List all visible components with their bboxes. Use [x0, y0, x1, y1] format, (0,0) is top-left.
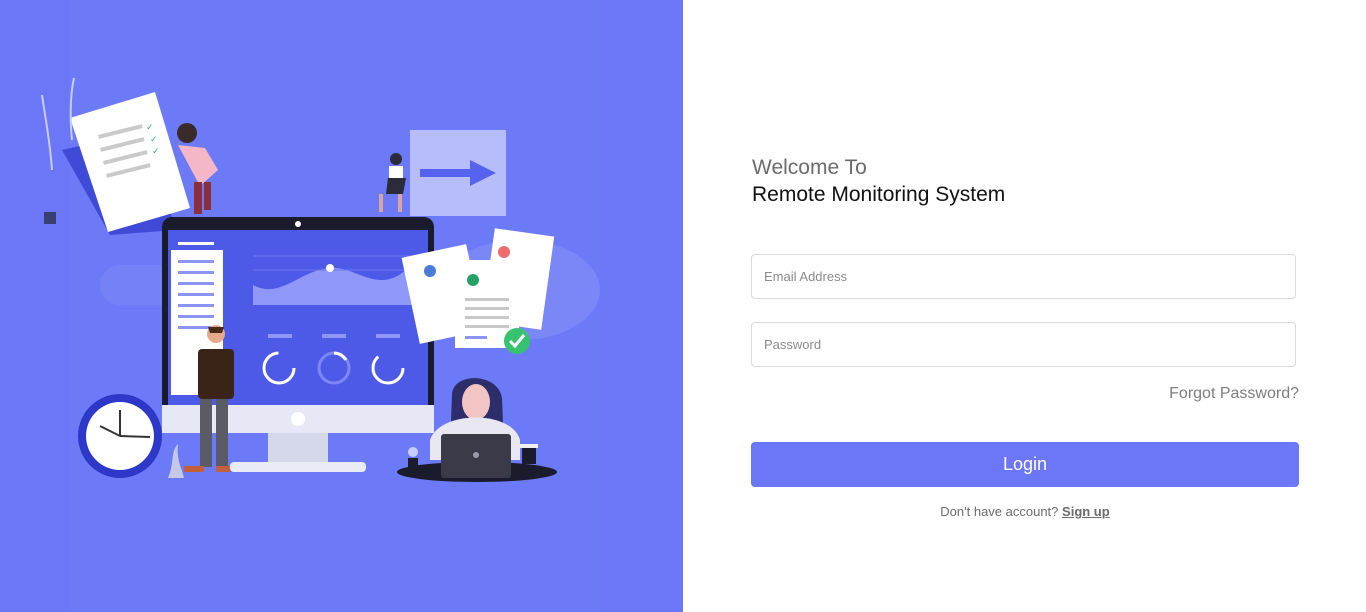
plant-icon [408, 447, 418, 470]
dashboard-illustration: ✓ ✓ ✓ [41, 0, 600, 612]
signup-link[interactable]: Sign up [1062, 504, 1110, 519]
welcome-heading: Welcome To [752, 156, 867, 179]
signup-row: Don't have account? Sign up [751, 504, 1299, 519]
plant-pot [44, 212, 56, 224]
svg-text:✓: ✓ [146, 123, 154, 133]
email-field[interactable] [751, 254, 1296, 299]
svg-text:✓: ✓ [152, 147, 160, 157]
laptop-icon [441, 434, 511, 478]
login-button[interactable]: Login [751, 442, 1299, 487]
clock-icon [78, 394, 162, 478]
coffee-cup-icon [520, 444, 538, 464]
system-title: Remote Monitoring System [752, 183, 1006, 206]
forgot-password-link[interactable]: Forgot Password? [1169, 385, 1299, 403]
signup-prompt: Don't have account? [940, 504, 1059, 519]
hero-illustration-panel: ✓ ✓ ✓ [0, 0, 683, 612]
login-panel: Welcome To Remote Monitoring System Forg… [683, 0, 1366, 612]
arrow-right-icon [410, 130, 506, 216]
password-field[interactable] [751, 322, 1296, 367]
svg-text:✓: ✓ [150, 135, 158, 145]
checkmark-icon [504, 328, 530, 354]
